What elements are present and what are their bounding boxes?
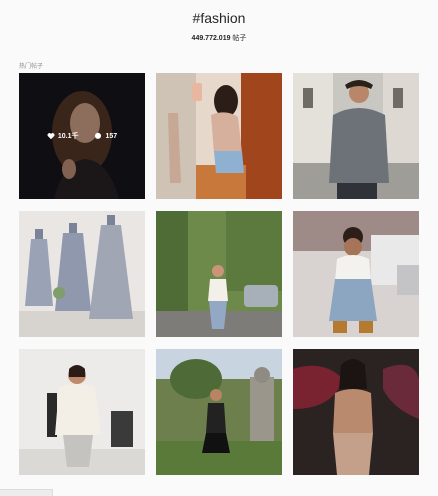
- comment-icon: [95, 132, 102, 139]
- posts-grid: 10.1千 157: [19, 73, 420, 475]
- likes-count: 10.1千: [57, 133, 79, 140]
- post-hover-overlay: 10.1千 157: [19, 73, 145, 199]
- post-thumbnail-7[interactable]: [19, 349, 145, 475]
- heart-icon: [47, 133, 55, 140]
- bottom-scrollbar-stub: [0, 489, 53, 496]
- post-count-suffix: 帖子: [230, 35, 247, 42]
- post-thumbnail-2[interactable]: [156, 73, 282, 199]
- likes-stat: 10.1千: [47, 131, 79, 141]
- post-count-value: 449.772.019: [191, 35, 231, 42]
- post-thumbnail-5[interactable]: [156, 211, 282, 337]
- post-image-4: [19, 211, 145, 337]
- post-image-9: [293, 349, 419, 475]
- post-image-5: [156, 211, 282, 337]
- post-count: 449.772.019 帖子: [0, 33, 438, 43]
- post-thumbnail-3[interactable]: [293, 73, 419, 199]
- post-thumbnail-8[interactable]: [156, 349, 282, 475]
- post-thumbnail-4[interactable]: [19, 211, 145, 337]
- post-image-3: [293, 73, 419, 199]
- hashtag-page: #fashion 449.772.019 帖子 热门帖子 10.1千 157: [0, 0, 438, 496]
- comments-stat: 157: [94, 132, 117, 140]
- hashtag-title: #fashion: [192, 10, 246, 26]
- post-thumbnail-1[interactable]: 10.1千 157: [19, 73, 145, 199]
- post-thumbnail-9[interactable]: [293, 349, 419, 475]
- post-image-7: [19, 349, 145, 475]
- comments-count: 157: [105, 132, 118, 140]
- post-image-2: [156, 73, 282, 199]
- post-image-6: [293, 211, 419, 337]
- top-posts-label: 热门帖子: [19, 64, 44, 70]
- post-image-8: [156, 349, 282, 475]
- post-thumbnail-6[interactable]: [293, 211, 419, 337]
